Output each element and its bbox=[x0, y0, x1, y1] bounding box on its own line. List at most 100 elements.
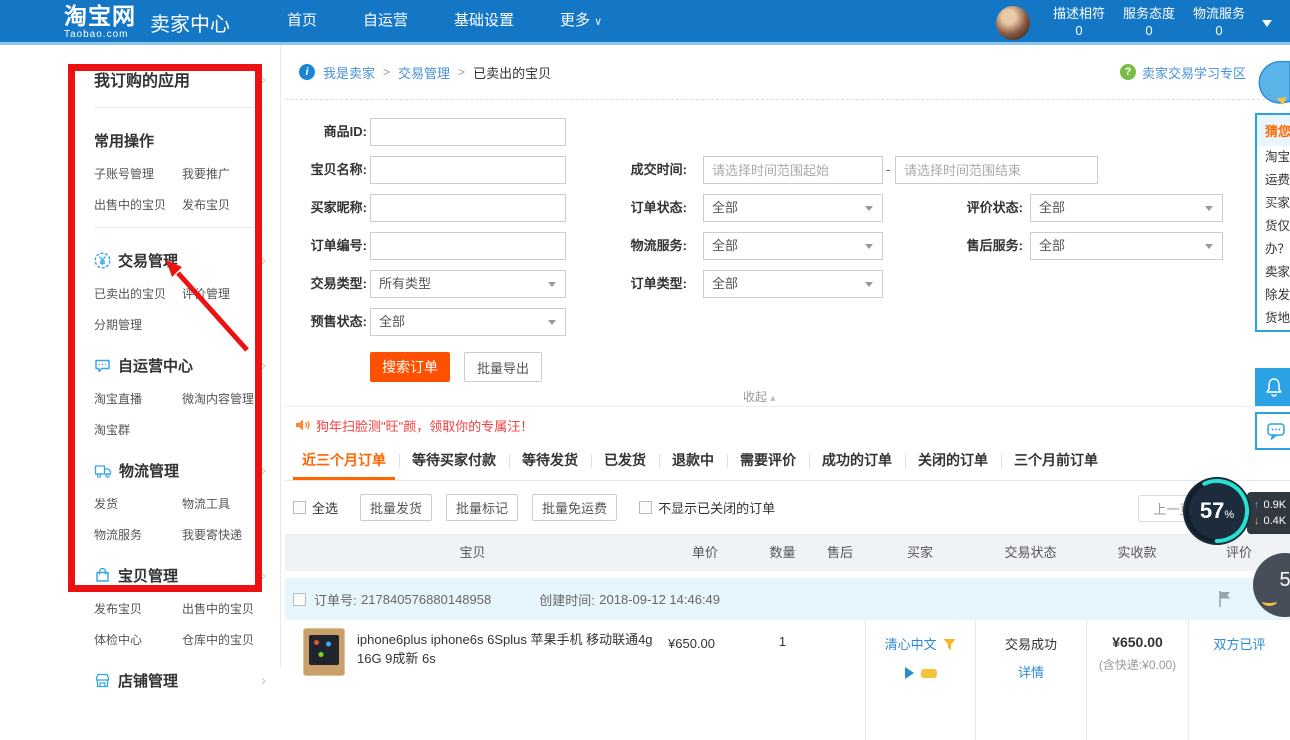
sidebar-section-self-operate[interactable]: 自运营中心 › bbox=[94, 355, 266, 376]
avatar[interactable] bbox=[996, 6, 1030, 40]
buyer-funnel-icon[interactable] bbox=[943, 638, 956, 651]
guess-panel-title[interactable]: 猜您 bbox=[1257, 115, 1290, 146]
buyer-nick-input[interactable] bbox=[370, 194, 566, 222]
sidebar-item-publish-item2[interactable]: 发布宝贝 bbox=[94, 600, 182, 617]
faq-divider: ---- bbox=[1257, 192, 1290, 215]
tab-needs-rating[interactable]: 需要评价 bbox=[731, 443, 805, 480]
sidebar-item-checkup-center[interactable]: 体检中心 bbox=[94, 631, 182, 648]
chat-icon bbox=[1266, 421, 1286, 441]
wangwang-icon[interactable] bbox=[905, 667, 937, 679]
order-no-input[interactable] bbox=[370, 232, 566, 260]
order-type-select[interactable]: 全部 bbox=[703, 270, 883, 298]
order-tabs: 近三个月订单 等待买家付款 等待发货 已发货 退款中 需要评价 成功的订单 关闭… bbox=[285, 443, 1290, 481]
faq-line[interactable]: 除发 bbox=[1257, 284, 1290, 307]
sidebar-section-trade[interactable]: 交易管理 › bbox=[94, 250, 266, 271]
sidebar-item-taobao-live[interactable]: 淘宝直播 bbox=[94, 390, 182, 407]
chevron-right-icon: › bbox=[261, 252, 266, 269]
product-id-input[interactable] bbox=[370, 118, 566, 146]
nav-dropdown-caret-icon[interactable] bbox=[1262, 20, 1272, 32]
sidebar-section-logistics[interactable]: 物流管理 › bbox=[94, 460, 266, 481]
tab-refunding[interactable]: 退款中 bbox=[663, 443, 723, 480]
sidebar-item-rating-mgmt[interactable]: 评价管理 bbox=[182, 285, 266, 302]
breadcrumb-trade-mgmt[interactable]: 交易管理 bbox=[398, 63, 450, 82]
col-paid-amount: 实收款 bbox=[1086, 535, 1188, 571]
batch-export-button[interactable]: 批量导出 bbox=[464, 352, 542, 382]
batch-ship-button[interactable]: 批量发货 bbox=[360, 494, 432, 521]
feedback-hand-icon[interactable] bbox=[1256, 52, 1290, 114]
nav-item-basic-settings[interactable]: 基础设置 bbox=[431, 0, 537, 45]
select-all-checkbox[interactable] bbox=[293, 501, 306, 514]
breadcrumb-seller[interactable]: 我是卖家 bbox=[323, 63, 375, 82]
faq-line[interactable]: 货仅 bbox=[1257, 215, 1290, 238]
sidebar-item-logistics-tools[interactable]: 物流工具 bbox=[182, 495, 266, 512]
sidebar-item-publish-item[interactable]: 发布宝贝 bbox=[182, 196, 266, 213]
faq-line[interactable]: 办？ bbox=[1257, 238, 1290, 261]
seller-learning-link[interactable]: 卖家交易学习专区 bbox=[1142, 63, 1246, 82]
tab-successful[interactable]: 成功的订单 bbox=[813, 443, 901, 480]
deal-time-end-input[interactable] bbox=[895, 156, 1098, 184]
after-sale-select[interactable]: 全部 bbox=[1030, 232, 1223, 260]
paid-note: (含快递:¥0.00) bbox=[1087, 656, 1188, 673]
sidebar-item-weitao-content[interactable]: 微淘内容管理 bbox=[182, 390, 266, 407]
hide-closed-checkbox[interactable] bbox=[639, 501, 652, 514]
sidebar-section-items[interactable]: 宝贝管理 › bbox=[94, 565, 266, 586]
batch-mark-button[interactable]: 批量标记 bbox=[446, 494, 518, 521]
nav-item-self-operate[interactable]: 自运营 bbox=[340, 0, 431, 45]
logistics-service-select[interactable]: 全部 bbox=[703, 232, 883, 260]
collapse-toggle[interactable]: 收起 ▴ bbox=[743, 388, 775, 405]
sidebar-section-shop[interactable]: 店铺管理 › bbox=[94, 670, 266, 691]
nav-item-more[interactable]: 更多∨ bbox=[537, 0, 625, 45]
product-title[interactable]: iphone6plus iphone6s 6Splus 苹果手机 移动联通4g … bbox=[357, 630, 660, 740]
deal-time-start-input[interactable] bbox=[703, 156, 883, 184]
sidebar-item-subaccount[interactable]: 子账号管理 bbox=[94, 165, 182, 182]
sidebar-item-ship[interactable]: 发货 bbox=[94, 495, 182, 512]
sidebar-item-items-on-sale2[interactable]: 出售中的宝贝 bbox=[182, 600, 266, 617]
nav-item-home[interactable]: 首页 bbox=[264, 0, 340, 45]
order-checkbox[interactable] bbox=[293, 593, 306, 606]
col-item: 宝贝 bbox=[285, 535, 660, 571]
sidebar-item-subscribed-apps[interactable]: 我订购的应用 › bbox=[94, 65, 266, 93]
created-value: 2018-09-12 14:46:49 bbox=[599, 592, 720, 607]
sidebar-item-installment-mgmt[interactable]: 分期管理 bbox=[94, 316, 182, 333]
sidebar-item-promote[interactable]: 我要推广 bbox=[182, 165, 266, 182]
notification-bell-button[interactable] bbox=[1255, 368, 1290, 406]
sidebar-item-sold-items[interactable]: 已卖出的宝贝 bbox=[94, 285, 182, 302]
flag-icon[interactable] bbox=[1217, 590, 1233, 613]
tab-awaiting-payment[interactable]: 等待买家付款 bbox=[403, 443, 505, 480]
select-caret-icon bbox=[1205, 244, 1213, 253]
order-detail-link[interactable]: 详情 bbox=[976, 662, 1086, 681]
percent-ring-widget[interactable]: 57% bbox=[1183, 477, 1251, 545]
guess-you-ask-panel: 猜您 淘宝 ---- 运费 ---- 买家 货仅 办？ ---- 卖家 除发 货… bbox=[1255, 113, 1290, 332]
rating-status-select[interactable]: 全部 bbox=[1030, 194, 1223, 222]
tab-awaiting-shipment[interactable]: 等待发货 bbox=[513, 443, 587, 480]
sidebar-item-warehouse-items[interactable]: 仓库中的宝贝 bbox=[182, 631, 266, 648]
product-cell: iphone6plus iphone6s 6Splus 苹果手机 移动联通4g … bbox=[285, 620, 660, 740]
trade-type-select[interactable]: 所有类型 bbox=[370, 270, 566, 298]
faq-line[interactable]: 货地 bbox=[1257, 307, 1290, 330]
item-name-input[interactable] bbox=[370, 156, 566, 184]
tab-older-3-months[interactable]: 三个月前订单 bbox=[1005, 443, 1107, 480]
faq-line[interactable]: 淘宝 bbox=[1257, 146, 1290, 169]
batch-free-shipping-button[interactable]: 批量免运费 bbox=[532, 494, 617, 521]
presale-status-select[interactable]: 全部 bbox=[370, 308, 566, 336]
tab-shipped[interactable]: 已发货 bbox=[595, 443, 655, 480]
search-orders-button[interactable]: 搜索订单 bbox=[370, 352, 450, 382]
deal-time-label: 成交时间: bbox=[585, 156, 687, 184]
sidebar-item-items-on-sale[interactable]: 出售中的宝贝 bbox=[94, 196, 182, 213]
tab-closed[interactable]: 关闭的订单 bbox=[909, 443, 997, 480]
sidebar-item-send-express[interactable]: 我要寄快递 bbox=[182, 526, 266, 543]
sidebar-item-taobao-group[interactable]: 淘宝群 bbox=[94, 421, 182, 438]
sidebar-links-common-ops: 子账号管理 我要推广 出售中的宝贝 发布宝贝 bbox=[94, 165, 266, 213]
rating-link[interactable]: 双方已评 bbox=[1213, 637, 1265, 652]
product-thumbnail[interactable] bbox=[303, 628, 345, 676]
tab-recent-3-months[interactable]: 近三个月订单 bbox=[293, 443, 395, 480]
taobao-logo[interactable]: 淘宝网 Taobao.com bbox=[64, 5, 136, 40]
paid-amount-cell: ¥650.00 (含快递:¥0.00) bbox=[1086, 620, 1188, 740]
buyer-link[interactable]: 清心中文 bbox=[885, 637, 937, 652]
announcement-text[interactable]: 狗年扫脸测"旺"颜，领取你的专属汪！ bbox=[316, 416, 533, 435]
sidebar-item-logistics-service[interactable]: 物流服务 bbox=[94, 526, 182, 543]
chat-support-button[interactable] bbox=[1255, 412, 1290, 450]
handbag-icon bbox=[94, 567, 111, 584]
order-status-select[interactable]: 全部 bbox=[703, 194, 883, 222]
chevron-right-icon: › bbox=[261, 567, 266, 584]
